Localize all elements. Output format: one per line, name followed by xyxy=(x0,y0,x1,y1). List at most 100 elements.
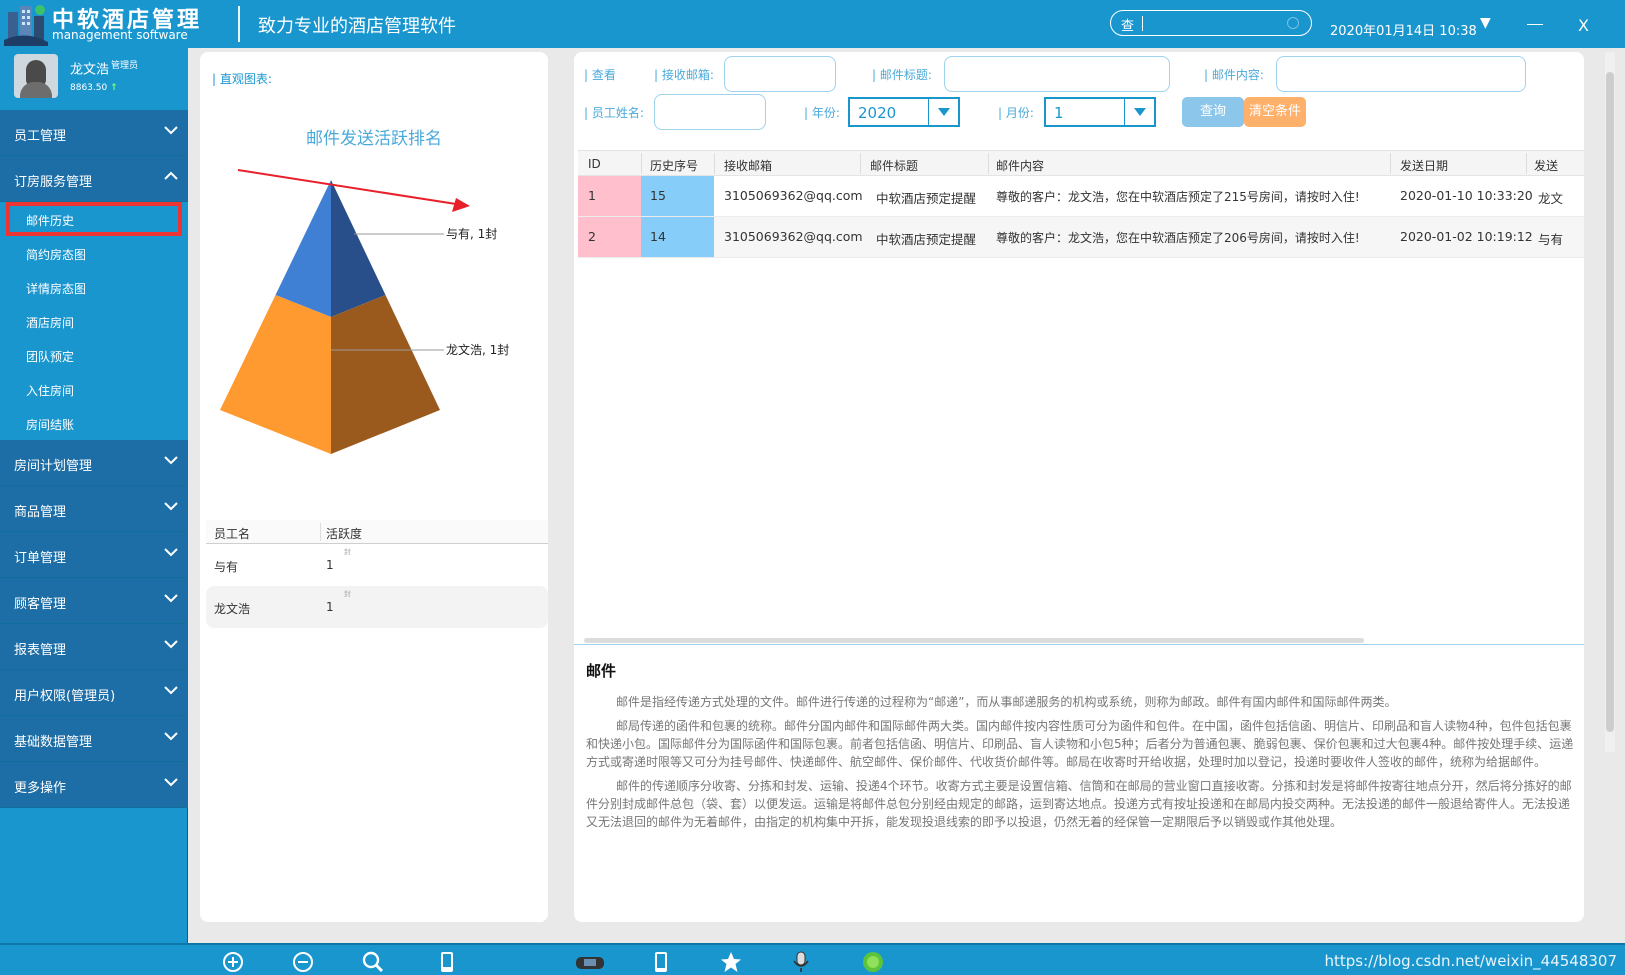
menu-group-reports[interactable]: 报表管理 xyxy=(0,624,188,670)
search-icon[interactable] xyxy=(1287,17,1299,29)
menu-group-label: 报表管理 xyxy=(14,643,67,658)
phone-icon[interactable] xyxy=(650,951,672,973)
menu-group-goods[interactable]: 商品管理 xyxy=(0,486,188,532)
menu-group-staff[interactable]: 员工管理 xyxy=(0,110,188,156)
menu-group-customers[interactable]: 顾客管理 xyxy=(0,578,188,624)
table-row[interactable]: 1 15 3105069362@qq.com 中软酒店预定提醒 尊敬的客户：龙文… xyxy=(578,176,1584,217)
table-header: 员工名 活跃度 xyxy=(206,520,548,544)
tablet-icon[interactable] xyxy=(436,951,458,973)
logo-icon xyxy=(4,2,48,46)
chevron-down-icon xyxy=(164,686,178,695)
id-cell: 2 xyxy=(588,229,596,244)
subject-cell: 中软酒店预定提醒 xyxy=(876,232,977,247)
sidebar-item-simple-room-map[interactable]: 简约房态图 xyxy=(0,236,188,270)
menu-group-label: 订单管理 xyxy=(14,551,67,566)
send-date-cell: 2020-01-10 10:33:20 xyxy=(1400,188,1533,203)
text-cursor xyxy=(1142,16,1143,31)
column-header-activity[interactable]: 活跃度 xyxy=(326,525,362,542)
description-paragraph: 邮件的传递顺序分收寄、分拣和封发、运输、投递4个环节。收寄方式主要是设置信箱、信… xyxy=(586,779,1572,829)
column-header-history-no[interactable]: 历史序号 xyxy=(650,157,698,174)
column-header-subject[interactable]: 邮件标题 xyxy=(870,157,918,174)
horizontal-scrollbar[interactable] xyxy=(584,638,1364,643)
menu-group-orders[interactable]: 订单管理 xyxy=(0,532,188,578)
annotation-arrow xyxy=(237,169,457,205)
column-header-content[interactable]: 邮件内容 xyxy=(996,157,1044,174)
month-select[interactable]: 1 xyxy=(1044,97,1156,127)
sidebar-item-hotel-rooms[interactable]: 酒店房间 xyxy=(0,304,188,338)
chevron-down-icon xyxy=(164,502,178,511)
sidebar-item-checked-in[interactable]: 入住房间 xyxy=(0,372,188,406)
pyramid-segment-0-side[interactable] xyxy=(331,180,386,317)
column-header-id[interactable]: ID xyxy=(588,157,601,171)
minimize-button[interactable] xyxy=(1527,24,1543,25)
sidebar-item-group-booking[interactable]: 团队预定 xyxy=(0,338,188,372)
sidebar-item-label: 详情房态图 xyxy=(26,282,87,296)
activity-table: 员工名 活跃度 与有 1 封 龙文浩 1 封 xyxy=(206,520,548,628)
vertical-scrollbar[interactable] xyxy=(1605,52,1615,752)
employee-name-label: | 员工姓名: xyxy=(584,106,644,120)
user-card: 龙文浩 管理员 8863.50 ↑ xyxy=(0,48,188,110)
chevron-up-icon xyxy=(164,171,178,180)
table-row[interactable]: 与有 1 封 xyxy=(206,544,548,586)
year-select[interactable]: 2020 xyxy=(848,97,960,127)
query-button[interactable]: 查询 xyxy=(1182,97,1244,127)
pyramid-chart: 与有, 1封龙文浩, 1封 xyxy=(220,169,509,454)
column-header-sender[interactable]: 发送 xyxy=(1534,157,1558,174)
menu-group-permissions[interactable]: 用户权限(管理员) xyxy=(0,670,188,716)
global-search-input[interactable]: 查 xyxy=(1110,10,1312,36)
menu-group-booking[interactable]: 订房服务管理 xyxy=(0,156,188,202)
user-balance: 8863.50 ↑ xyxy=(70,83,118,93)
globe-icon[interactable] xyxy=(862,951,884,973)
id-cell: 1 xyxy=(588,188,596,203)
chevron-down-icon[interactable] xyxy=(1124,99,1154,125)
zoom-out-icon[interactable] xyxy=(292,951,314,973)
sidebar-item-detail-room-map[interactable]: 详情房态图 xyxy=(0,270,188,304)
sidebar: 龙文浩 管理员 8863.50 ↑ 员工管理 订房服务管理 邮件历史 简约房态图 … xyxy=(0,48,188,943)
chevron-down-icon xyxy=(164,548,178,557)
menu-group-more[interactable]: 更多操作 xyxy=(0,762,188,808)
data-label: 与有, 1封 xyxy=(446,227,497,241)
sidebar-item-mail-history[interactable]: 邮件历史 xyxy=(6,202,182,236)
zoom-in-icon[interactable] xyxy=(222,951,244,973)
gamepad-icon[interactable] xyxy=(574,951,606,973)
unit-label: 封 xyxy=(344,548,351,556)
recv-email-cell: 3105069362@qq.com xyxy=(724,229,863,244)
pyramid-segment-1[interactable] xyxy=(220,295,331,454)
mail-history-table: ID 历史序号 接收邮箱 邮件标题 邮件内容 发送日期 发送 1 15 3105… xyxy=(578,150,1584,258)
chevron-down-icon xyxy=(164,640,178,649)
scrollbar-thumb[interactable] xyxy=(1606,72,1614,732)
employee-name-input[interactable] xyxy=(654,94,766,130)
clear-filters-button[interactable]: 清空条件 xyxy=(1244,97,1306,127)
column-header-employee[interactable]: 员工名 xyxy=(214,525,250,542)
subject-input[interactable] xyxy=(944,56,1170,92)
microphone-icon[interactable] xyxy=(790,951,812,973)
sidebar-item-checkout[interactable]: 房间结账 xyxy=(0,406,188,440)
subject-label: | 邮件标题: xyxy=(872,68,932,82)
avatar[interactable] xyxy=(14,54,58,98)
watermark-url: https://blog.csdn.net/weixin_44548307 xyxy=(1324,952,1617,970)
sidebar-item-label: 简约房态图 xyxy=(26,248,87,262)
content-input[interactable] xyxy=(1276,56,1526,92)
menu-group-label: 员工管理 xyxy=(14,129,67,144)
sidebar-item-label: 入住房间 xyxy=(26,384,75,398)
mail-description: 邮件 邮件是指经传递方式处理的文件。邮件进行传递的过程称为“邮递”，而从事邮递服… xyxy=(586,660,1576,837)
chevron-down-icon[interactable] xyxy=(928,99,958,125)
pyramid-segment-1-side[interactable] xyxy=(331,295,440,454)
table-row[interactable]: 龙文浩 1 封 xyxy=(206,586,548,628)
pyramid-segment-0[interactable] xyxy=(275,180,332,317)
chevron-down-icon xyxy=(164,732,178,741)
search-icon[interactable] xyxy=(362,951,384,973)
recv-email-input[interactable] xyxy=(724,56,836,92)
close-button[interactable]: X xyxy=(1578,16,1589,35)
column-header-send-date[interactable]: 发送日期 xyxy=(1400,157,1448,174)
chevron-down-icon[interactable]: ▼ xyxy=(1480,15,1491,31)
menu-group-room-plan[interactable]: 房间计划管理 xyxy=(0,440,188,486)
employee-name-cell: 与有 xyxy=(214,560,239,574)
table-row[interactable]: 2 14 3105069362@qq.com 中软酒店预定提醒 尊敬的客户：龙文… xyxy=(578,217,1584,258)
year-label: | 年份: xyxy=(804,106,840,120)
column-header-recv-email[interactable]: 接收邮箱 xyxy=(724,157,772,174)
star-icon[interactable] xyxy=(720,951,742,973)
menu-group-label: 用户权限(管理员) xyxy=(14,689,116,704)
menu-group-base-data[interactable]: 基础数据管理 xyxy=(0,716,188,762)
datetime-display: 2020年01月14日 10:38 xyxy=(1330,24,1477,39)
